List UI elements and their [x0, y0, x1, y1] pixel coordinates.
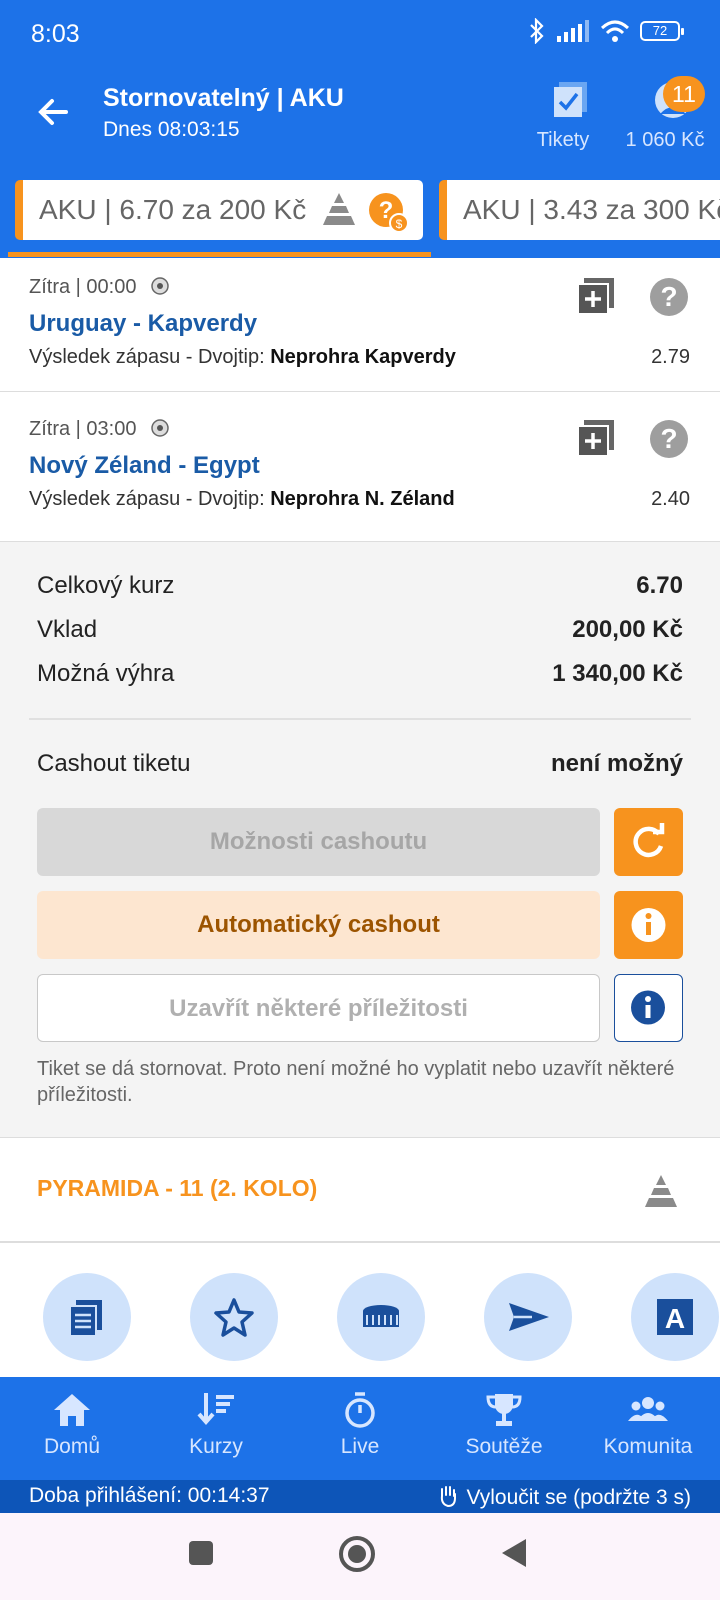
match-time: Zítra | 03:00 [29, 418, 170, 441]
page-subtitle: Dnes 08:03:15 [103, 118, 240, 141]
total-odds-row: Celkový kurz 6.70 [37, 572, 683, 599]
send-icon [509, 1303, 549, 1331]
soccer-ball-icon [151, 277, 169, 295]
nav-label: Komunita [603, 1435, 693, 1458]
cashout-options-button[interactable]: Možnosti cashoutu [37, 808, 600, 876]
refresh-button[interactable] [614, 808, 683, 876]
home-system-icon[interactable] [338, 1535, 376, 1573]
notification-badge: 11 [663, 76, 705, 112]
wifi-icon [600, 20, 630, 42]
match-name[interactable]: Uruguay - Kapverdy [29, 310, 257, 338]
self-exclude-button[interactable]: Vyloučit se (podržte 3 s) [437, 1484, 691, 1510]
quick-action-a[interactable]: A [631, 1273, 719, 1361]
pyramida-section[interactable]: PYRAMIDA - 11 (2. KOLO) [0, 1139, 720, 1243]
active-tab-indicator [8, 252, 431, 257]
odds-sort-icon [197, 1393, 234, 1426]
document-list-icon [69, 1300, 102, 1337]
back-arrow-icon[interactable] [34, 92, 74, 132]
bet-item: Zítra | 03:00 ? Nový Zéland - Egypt Výsl… [0, 400, 720, 542]
status-bar: 8:03 72 [0, 0, 720, 70]
nav-label: Soutěže [465, 1435, 543, 1458]
system-navigation-bar [0, 1513, 720, 1600]
signal-icon [557, 20, 589, 42]
tab-ticket-1[interactable]: AKU | 6.70 za 200 Kč ? $ [15, 180, 423, 240]
help-icon[interactable]: ? [650, 278, 688, 316]
trophy-icon [486, 1394, 522, 1426]
hand-icon [440, 1486, 456, 1508]
account-button[interactable]: 11 1 060 Kč [618, 76, 718, 152]
nav-live[interactable]: Live [300, 1391, 420, 1459]
nav-home[interactable]: Domů [12, 1391, 132, 1459]
stadium-icon [363, 1305, 399, 1327]
battery-icon: 72 [640, 21, 684, 41]
recent-apps-icon[interactable] [187, 1539, 215, 1567]
ticket-header: Stornovatelný | AKU Dnes 08:03:15 Tikety… [0, 70, 720, 170]
bluetooth-icon [530, 18, 544, 44]
quick-actions: A [0, 1245, 720, 1377]
svg-text:A: A [665, 1303, 685, 1334]
session-footer: Doba přihlášení: 00:14:37 Vyloučit se (p… [0, 1480, 720, 1513]
auto-cashout-button[interactable]: Automatický cashout [37, 891, 600, 959]
info-icon [631, 990, 665, 1025]
bet-selection: Výsledek zápasu - Dvojtip: Neprohra N. Z… [29, 488, 455, 510]
pyramida-title: PYRAMIDA - 11 (2. KOLO) [37, 1175, 318, 1201]
close-opportunities-info-button[interactable] [614, 974, 683, 1042]
close-some-opportunities-button[interactable]: Uzavřít některé příležitosti [37, 974, 600, 1042]
match-name[interactable]: Nový Zéland - Egypt [29, 452, 260, 480]
info-icon [631, 908, 666, 942]
help-icon[interactable]: ? [650, 420, 688, 458]
add-to-ticket-icon[interactable] [578, 278, 614, 314]
page-title: Stornovatelný | AKU [103, 84, 344, 112]
match-time: Zítra | 00:00 [29, 276, 170, 299]
possible-win-row: Možná výhra 1 340,00 Kč [37, 660, 683, 687]
quick-action-list[interactable] [43, 1273, 131, 1361]
nav-label: Kurzy [189, 1435, 243, 1458]
tikety-button[interactable]: Tikety [528, 80, 598, 152]
auto-cashout-info-button[interactable] [614, 891, 683, 959]
home-icon [54, 1394, 90, 1426]
stopwatch-icon [345, 1392, 375, 1428]
quick-action-favorite[interactable] [190, 1273, 278, 1361]
cashout-row: Cashout tiketu není možný [37, 750, 683, 777]
nav-community[interactable]: Komunita [588, 1391, 708, 1459]
tikety-label: Tikety [536, 129, 590, 151]
bet-selection: Výsledek zápasu - Dvojtip: Neprohra Kapv… [29, 346, 456, 368]
add-to-ticket-icon[interactable] [578, 420, 614, 456]
divider [29, 718, 691, 720]
status-time: 8:03 [31, 20, 80, 48]
ticket-summary: Celkový kurz 6.70 Vklad 200,00 Kč Možná vý… [0, 542, 720, 1138]
letter-a-icon: A [657, 1299, 693, 1335]
nav-label: Live [340, 1435, 380, 1458]
pyramid-icon [645, 1175, 677, 1207]
svg-text:$: $ [396, 217, 403, 231]
balance-label: 1 060 Kč [625, 129, 705, 151]
back-system-icon[interactable] [500, 1537, 528, 1569]
bet-item: Zítra | 00:00 ? Uruguay - Kapverdy Výsle… [0, 258, 720, 392]
quick-action-stadium[interactable] [337, 1273, 425, 1361]
ticket-tabs: AKU | 6.70 za 200 Kč ? $ AKU | 3.43 za 30… [0, 170, 720, 258]
pyramid-icon [323, 193, 355, 225]
bet-odd: 2.79 [651, 346, 690, 368]
storno-note: Tiket se dá stornovat. Proto není možné … [37, 1058, 675, 1106]
tab-label: AKU | 3.43 za 300 Kč [463, 194, 720, 225]
bottom-navigation: Domů Kurzy Live Soutěže Komunita [0, 1377, 720, 1480]
ticket-check-icon [553, 82, 587, 117]
soccer-ball-icon [151, 419, 169, 437]
star-icon [214, 1298, 254, 1337]
quick-action-send[interactable] [484, 1273, 572, 1361]
nav-odds[interactable]: Kurzy [156, 1391, 276, 1459]
refresh-icon [633, 823, 665, 858]
bet-odd: 2.40 [651, 488, 690, 510]
help-cash-icon: ? $ [369, 193, 409, 233]
stake-row: Vklad 200,00 Kč [37, 616, 683, 643]
login-duration: Doba přihlášení: 00:14:37 [29, 1484, 270, 1507]
community-icon [628, 1397, 668, 1421]
tab-label: AKU | 6.70 za 200 Kč [39, 194, 307, 225]
nav-competitions[interactable]: Soutěže [444, 1391, 564, 1459]
tab-ticket-2[interactable]: AKU | 3.43 za 300 Kč [439, 180, 720, 240]
nav-label: Domů [43, 1435, 101, 1458]
